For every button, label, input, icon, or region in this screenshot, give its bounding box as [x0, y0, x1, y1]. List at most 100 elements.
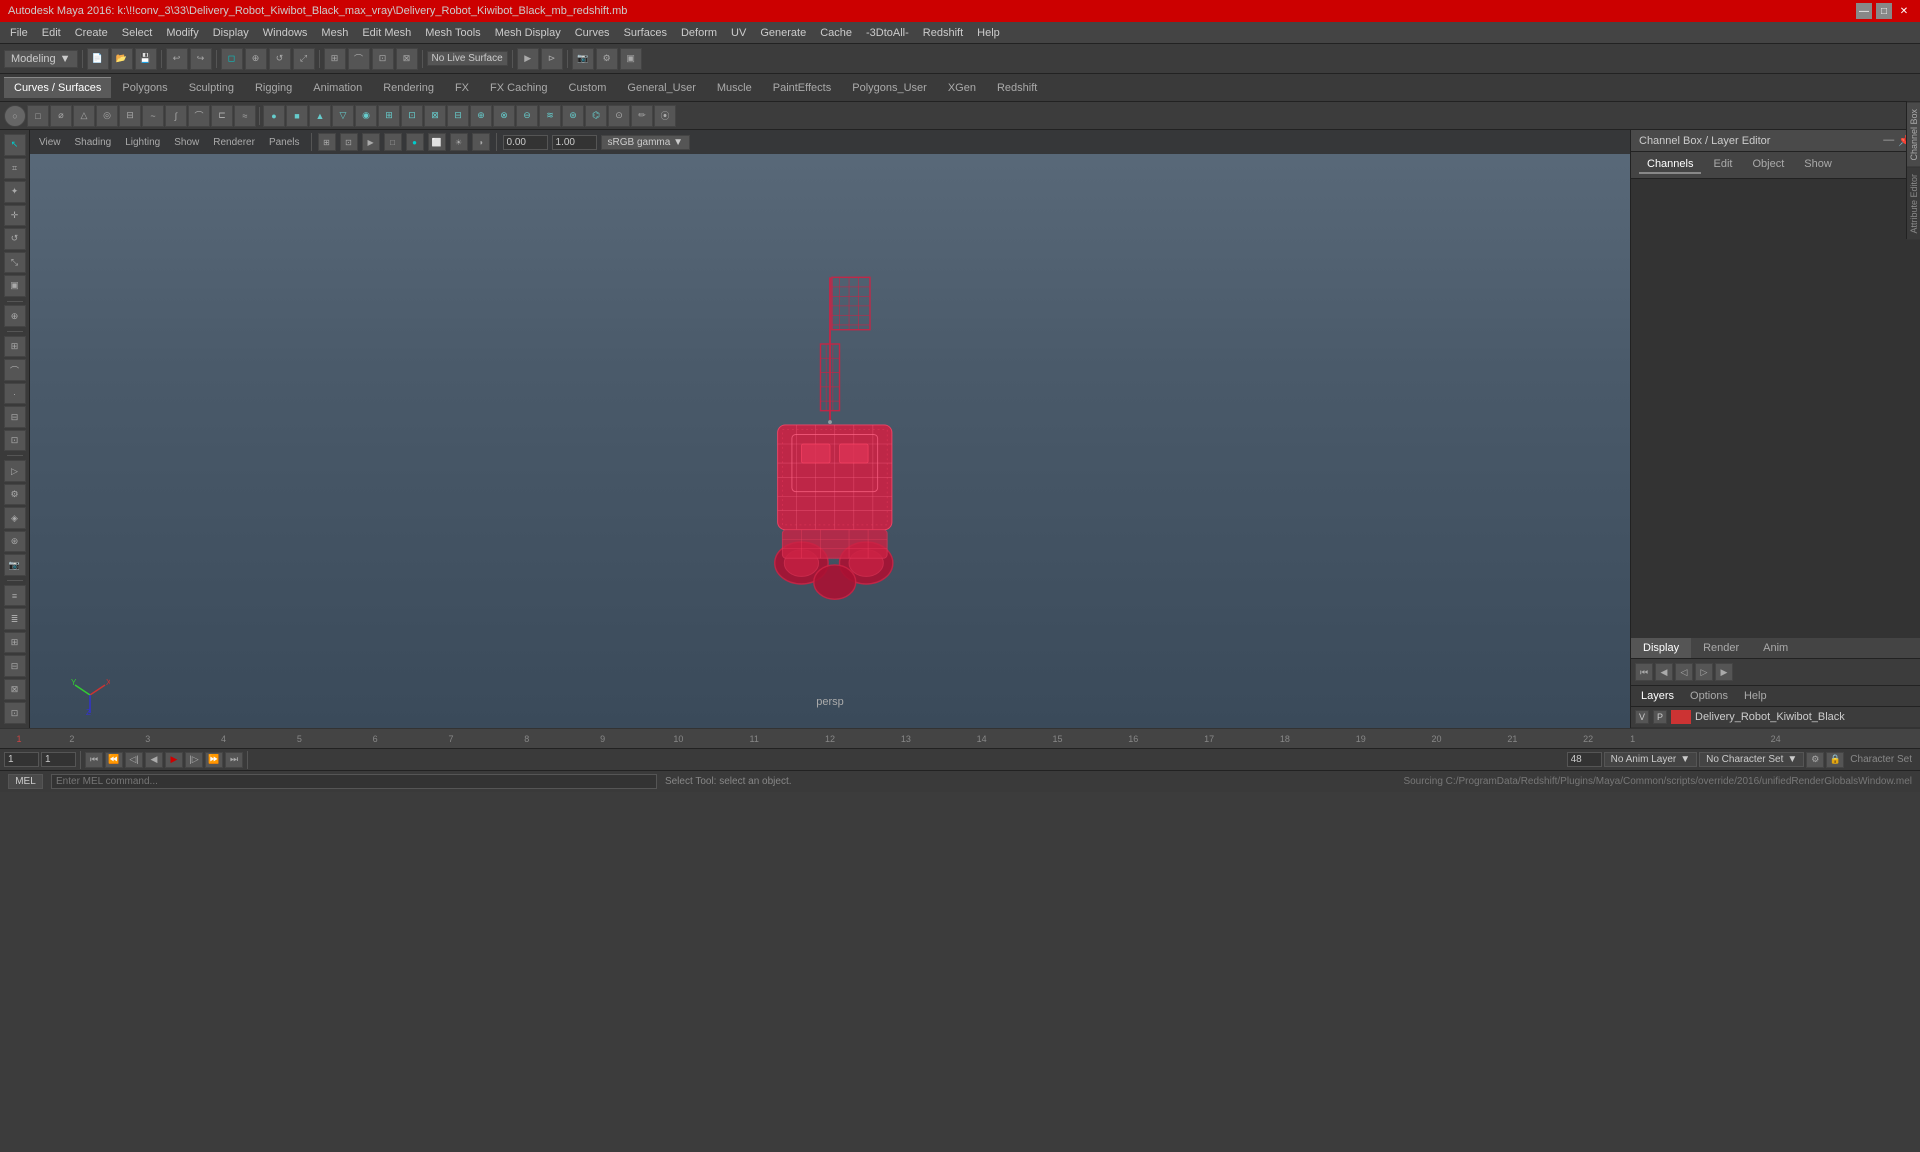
cube-icon-btn[interactable]: □ — [27, 105, 49, 127]
misc2-icon[interactable]: ≣ — [4, 608, 26, 630]
select-tool-button[interactable]: ◻ — [221, 48, 243, 70]
vp-menu-lighting[interactable]: Lighting — [120, 136, 165, 149]
channel-box-minimize-icon[interactable]: — — [1883, 134, 1894, 147]
snap-curve-button[interactable]: ⌒ — [348, 48, 370, 70]
play-forward-button[interactable]: ▶ — [165, 752, 183, 768]
cb-tab-edit[interactable]: Edit — [1705, 156, 1740, 174]
mel-input[interactable] — [51, 774, 657, 789]
ep-curve-btn[interactable]: ≈ — [234, 105, 256, 127]
smooth-btn[interactable]: ≋ — [539, 105, 561, 127]
nav-last-btn[interactable]: ▶ — [1715, 663, 1733, 681]
tab-custom[interactable]: Custom — [559, 77, 617, 98]
vp-menu-shading[interactable]: Shading — [70, 136, 117, 149]
poly-cyl-btn[interactable]: ▲ — [309, 105, 331, 127]
prev-key-button[interactable]: ◁| — [125, 752, 143, 768]
open-file-button[interactable]: 📂 — [111, 48, 133, 70]
cb-tab-channels[interactable]: Channels — [1639, 156, 1701, 174]
mel-label[interactable]: MEL — [8, 774, 43, 789]
frame-start-input[interactable] — [4, 752, 39, 767]
camera-icon[interactable]: 📷 — [4, 554, 26, 576]
vp-smooth-icon[interactable]: ● — [406, 133, 424, 151]
close-button[interactable]: ✕ — [1896, 3, 1912, 19]
snap-view-icon[interactable]: ⊟ — [4, 406, 26, 428]
select-tool-icon[interactable]: ↖ — [4, 134, 26, 156]
no-anim-layer-dropdown[interactable]: No Anim Layer ▼ — [1604, 752, 1698, 767]
rotate-tool-button[interactable]: ↺ — [269, 48, 291, 70]
nurbs-icon-btn[interactable]: ⊏ — [211, 105, 233, 127]
render-settings-icon[interactable]: ⚙ — [4, 484, 26, 506]
nav-prev2-btn[interactable]: ◁ — [1675, 663, 1693, 681]
menu-edit-mesh[interactable]: Edit Mesh — [356, 25, 417, 41]
step-back-button[interactable]: ⏪ — [105, 752, 123, 768]
vp-field1[interactable] — [503, 135, 548, 150]
vp-cam-icon2[interactable]: ⊡ — [340, 133, 358, 151]
modeling-dropdown[interactable]: Modeling ▼ — [4, 50, 78, 68]
vp-menu-panels[interactable]: Panels — [264, 136, 305, 149]
cylinder-icon-btn[interactable]: ⌀ — [50, 105, 72, 127]
vp-shadow-icon[interactable]: ◑ — [472, 133, 490, 151]
dt-tab-anim[interactable]: Anim — [1751, 638, 1800, 658]
tab-fx-caching[interactable]: FX Caching — [480, 77, 557, 98]
misc3-icon[interactable]: ⊞ — [4, 632, 26, 654]
cb-tab-show[interactable]: Show — [1796, 156, 1840, 174]
lasso-tool-icon[interactable]: ⌗ — [4, 158, 26, 180]
curve3-icon-btn[interactable]: ⌒ — [188, 105, 210, 127]
subdiv-btn[interactable]: ⊛ — [562, 105, 584, 127]
menu-file[interactable]: File — [4, 25, 34, 41]
poly-cube-btn[interactable]: ■ — [286, 105, 308, 127]
tab-fx[interactable]: FX — [445, 77, 479, 98]
misc6-icon[interactable]: ⊡ — [4, 702, 26, 724]
attr-editor-side-tab2[interactable]: Attribute Editor — [1907, 167, 1920, 240]
lst-help[interactable]: Help — [1738, 688, 1773, 704]
bridge-btn[interactable]: ⊟ — [447, 105, 469, 127]
nav-first-btn[interactable]: ⏮ — [1635, 663, 1653, 681]
bool-btn[interactable]: ⊖ — [516, 105, 538, 127]
layer-row[interactable]: V P Delivery_Robot_Kiwibot_Black — [1631, 707, 1920, 728]
misc1-icon[interactable]: ≡ — [4, 585, 26, 607]
cam-button[interactable]: 📷 — [572, 48, 594, 70]
sculpt-tool-btn[interactable]: ⦿ — [654, 105, 676, 127]
snap-surface-icon[interactable]: ⊡ — [4, 430, 26, 452]
tab-redshift[interactable]: Redshift — [987, 77, 1047, 98]
lst-layers[interactable]: Layers — [1635, 688, 1680, 704]
move-tool-icon[interactable]: ✛ — [4, 205, 26, 227]
merge-btn[interactable]: ⊕ — [470, 105, 492, 127]
tab-xgen[interactable]: XGen — [938, 77, 986, 98]
no-char-set-dropdown[interactable]: No Character Set ▼ — [1699, 752, 1804, 767]
frame-end-input[interactable] — [1567, 752, 1602, 767]
paint-effects-btn[interactable]: ✏ — [631, 105, 653, 127]
cone-icon-btn[interactable]: △ — [73, 105, 95, 127]
snap-point-button[interactable]: ⊡ — [372, 48, 394, 70]
viewport[interactable]: View Shading Lighting Show Renderer Pane… — [30, 130, 1630, 728]
frame-select-icon[interactable]: ⊛ — [4, 531, 26, 553]
torus-icon-btn[interactable]: ◎ — [96, 105, 118, 127]
tab-rendering[interactable]: Rendering — [373, 77, 444, 98]
char-set-settings-icon[interactable]: ⚙ — [1806, 752, 1824, 768]
menu-redshift[interactable]: Redshift — [917, 25, 969, 41]
menu-deform[interactable]: Deform — [675, 25, 723, 41]
go-to-start-button[interactable]: ⏮ — [85, 752, 103, 768]
snap-grid-button[interactable]: ⊞ — [324, 48, 346, 70]
play-back-button[interactable]: ◀ — [145, 752, 163, 768]
tab-paint-effects[interactable]: PaintEffects — [763, 77, 842, 98]
viewport-options-button[interactable]: ▣ — [620, 48, 642, 70]
menu-mesh-tools[interactable]: Mesh Tools — [419, 25, 486, 41]
new-file-button[interactable]: 📄 — [87, 48, 109, 70]
vp-menu-show[interactable]: Show — [169, 136, 204, 149]
vp-field2[interactable] — [552, 135, 597, 150]
dt-tab-display[interactable]: Display — [1631, 638, 1691, 658]
render-region-icon[interactable]: ▷ — [4, 460, 26, 482]
menu-select[interactable]: Select — [116, 25, 159, 41]
poly-torus-btn[interactable]: ◉ — [355, 105, 377, 127]
last-tool-icon[interactable]: ▣ — [4, 275, 26, 297]
menu-generate[interactable]: Generate — [754, 25, 812, 41]
tab-polygons[interactable]: Polygons — [112, 77, 177, 98]
rotate-tool-icon[interactable]: ↺ — [4, 228, 26, 250]
char-set-lock-icon[interactable]: 🔒 — [1826, 752, 1844, 768]
menu-mesh[interactable]: Mesh — [315, 25, 354, 41]
curve2-icon-btn[interactable]: ∫ — [165, 105, 187, 127]
menu-help[interactable]: Help — [971, 25, 1006, 41]
poly-plane-btn[interactable]: ⊞ — [378, 105, 400, 127]
vp-render-icon[interactable]: ▶ — [362, 133, 380, 151]
tab-polygons-user[interactable]: Polygons_User — [842, 77, 937, 98]
